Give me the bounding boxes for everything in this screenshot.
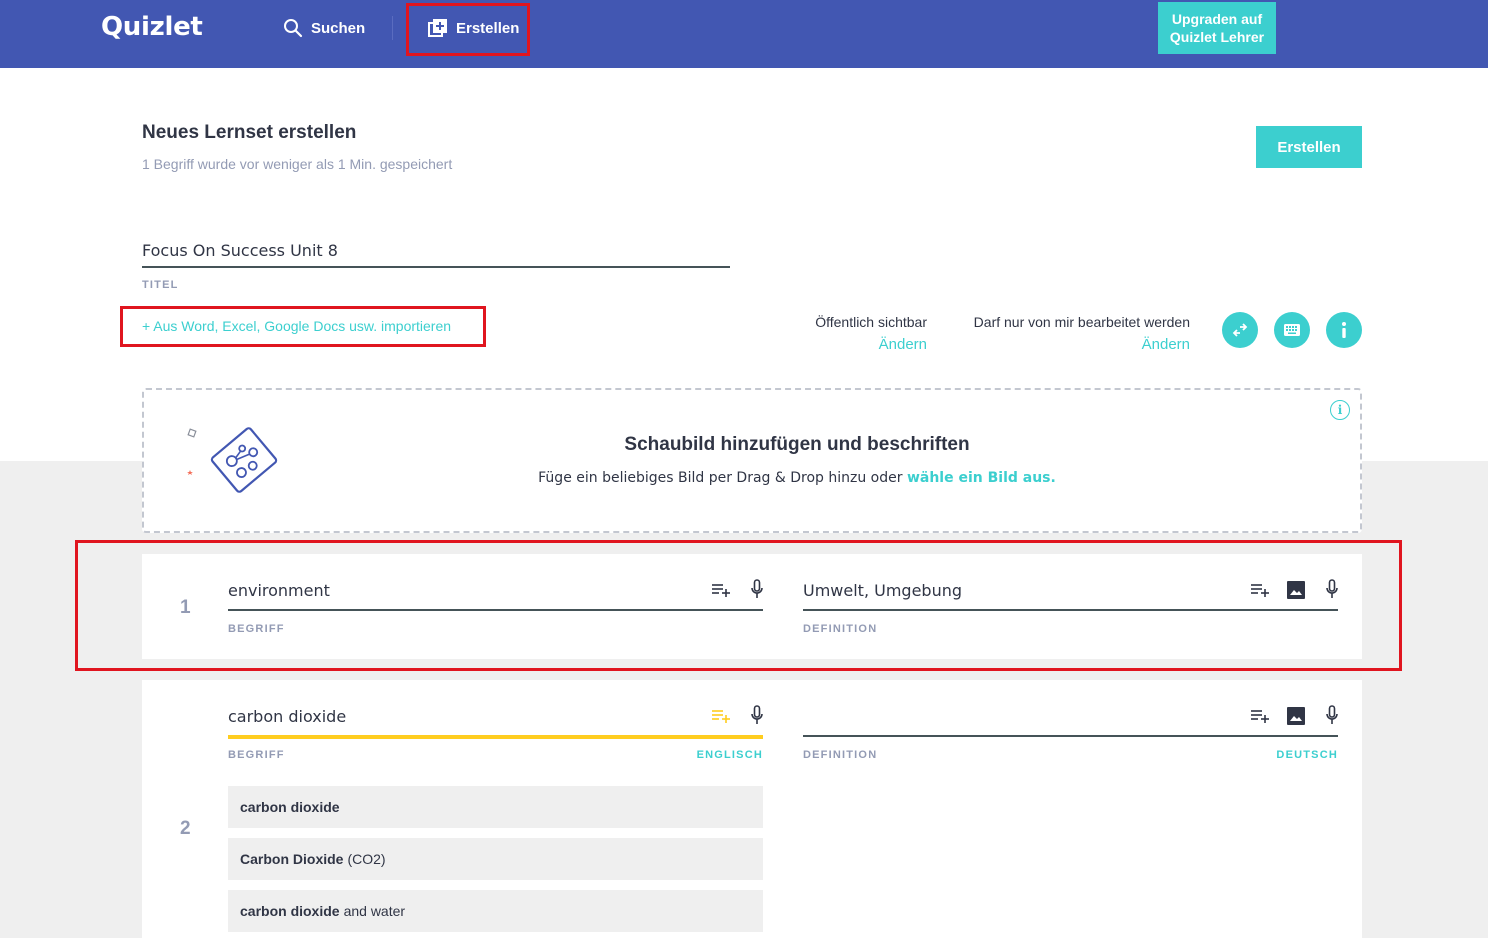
search-icon: [284, 19, 303, 38]
diagram-info-icon[interactable]: i: [1330, 400, 1350, 420]
diagram-illustration-icon: [187, 427, 278, 493]
record-audio-button[interactable]: [746, 578, 768, 600]
swap-icon: [1232, 323, 1248, 337]
upgrade-teacher-button[interactable]: Upgraden auf Quizlet Lehrer: [1158, 2, 1276, 54]
microphone-icon: [751, 579, 763, 598]
term-label: BEGRIFF: [228, 749, 285, 761]
definition-label: DEFINITION: [803, 623, 878, 635]
term-card-2: 2 BEGRIFF ENGLISCH DEFINITION DEUTSCH ca…: [142, 680, 1362, 938]
record-audio-button[interactable]: [1321, 704, 1343, 726]
swap-terms-button[interactable]: [1222, 312, 1258, 348]
upgrade-label-line1: Upgraden auf: [1171, 11, 1263, 27]
diagram-dropzone[interactable]: Schaubild hinzufügen und beschriften Füg…: [142, 388, 1362, 533]
term-input[interactable]: [228, 699, 688, 733]
add-note-button[interactable]: [1249, 579, 1271, 601]
edit-permission-label: Darf nur von mir bearbeitet werden: [973, 314, 1190, 330]
term-underline: [228, 609, 763, 611]
microphone-icon: [751, 705, 763, 724]
suggestion-match: Carbon Dioxide: [240, 851, 344, 867]
suggestion-rest: (CO2): [347, 851, 386, 867]
definition-input[interactable]: [803, 573, 1233, 607]
add-image-button[interactable]: [1285, 705, 1307, 727]
top-navigation-bar: Quizlet Suchen Erstellen Upgraden auf Qu…: [0, 0, 1488, 68]
add-set-icon: [428, 19, 447, 37]
save-status: 1 Begriff wurde vor weniger als 1 Min. g…: [142, 156, 453, 172]
quizlet-logo[interactable]: Quizlet: [101, 12, 203, 42]
playlist-add-icon: [712, 584, 730, 597]
page-title: Neues Lernset erstellen: [142, 122, 357, 143]
term-card-1: 1 BEGRIFF DEFINITION: [142, 554, 1362, 659]
diagram-title: Schaubild hinzufügen und beschriften: [624, 434, 970, 455]
import-link[interactable]: + Aus Word, Excel, Google Docs usw. impo…: [142, 318, 451, 334]
visibility-label: Öffentlich sichtbar: [815, 314, 927, 330]
playlist-add-icon: [1251, 584, 1269, 597]
autocomplete-suggestion[interactable]: Carbon Dioxide (CO2): [228, 838, 763, 880]
visibility-setting: Öffentlich sichtbar Ändern: [790, 314, 927, 353]
playlist-add-icon: [712, 710, 730, 723]
definition-language-selector[interactable]: DEUTSCH: [1276, 749, 1338, 761]
record-audio-button[interactable]: [746, 704, 768, 726]
nav-search-label: Suchen: [311, 19, 366, 37]
diagram-text: Füge ein beliebiges Bild per Drag & Drop…: [538, 470, 907, 486]
info-button[interactable]: [1326, 312, 1362, 348]
card-number: 2: [180, 818, 191, 839]
playlist-add-icon: [1251, 710, 1269, 723]
definition-label: DEFINITION: [803, 749, 878, 761]
microphone-icon: [1326, 579, 1338, 598]
add-note-button[interactable]: [1249, 705, 1271, 727]
add-note-button[interactable]: [710, 579, 732, 601]
diagram-description: Füge ein beliebiges Bild per Drag & Drop…: [144, 470, 1360, 486]
suggestion-match: carbon dioxide: [240, 903, 340, 919]
definition-underline: [803, 735, 1338, 737]
keyboard-shortcuts-button[interactable]: [1274, 312, 1310, 348]
record-audio-button[interactable]: [1321, 578, 1343, 600]
upgrade-label-line2: Quizlet Lehrer: [1169, 29, 1265, 45]
nav-search[interactable]: Suchen: [283, 17, 365, 39]
term-underline-active: [228, 735, 763, 739]
microphone-icon: [1326, 705, 1338, 724]
info-icon: [1342, 322, 1346, 338]
visibility-change-link[interactable]: Ändern: [790, 336, 927, 353]
set-title-label: TITEL: [142, 279, 179, 291]
image-icon: [1287, 707, 1305, 725]
edit-permission-change-link[interactable]: Ändern: [940, 336, 1190, 353]
suggestion-rest: and water: [343, 903, 406, 919]
choose-image-link[interactable]: wähle ein Bild aus.: [907, 470, 1056, 486]
nav-create-label: Erstellen: [456, 19, 520, 37]
autocomplete-suggestion[interactable]: carbon dioxide and water: [228, 890, 763, 932]
term-label: BEGRIFF: [228, 623, 285, 635]
autocomplete-suggestion[interactable]: carbon dioxide: [228, 786, 763, 828]
term-input[interactable]: [228, 573, 688, 607]
nav-create[interactable]: Erstellen: [428, 17, 519, 39]
set-title-input[interactable]: [142, 234, 730, 268]
add-note-button[interactable]: [710, 705, 732, 727]
term-language-selector[interactable]: ENGLISCH: [697, 749, 763, 761]
nav-divider: [392, 16, 393, 40]
create-set-button[interactable]: Erstellen: [1256, 126, 1362, 168]
keyboard-icon: [1284, 324, 1300, 336]
edit-permission-setting: Darf nur von mir bearbeitet werden Änder…: [940, 314, 1190, 353]
suggestion-match: carbon dioxide: [240, 799, 340, 815]
definition-input[interactable]: [803, 699, 1233, 733]
definition-underline: [803, 609, 1338, 611]
image-icon: [1287, 581, 1305, 599]
add-image-button[interactable]: [1285, 579, 1307, 601]
card-number: 1: [180, 597, 191, 618]
